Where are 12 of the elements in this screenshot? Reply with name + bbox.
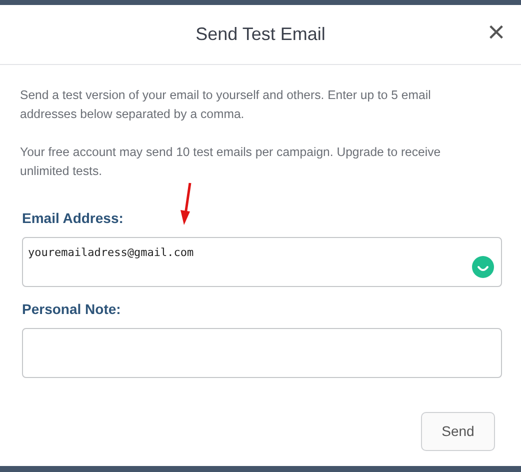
field-label: Personal Note: bbox=[22, 300, 122, 319]
text-area[interactable] bbox=[22, 328, 502, 378]
send-button[interactable]: Send bbox=[421, 412, 495, 451]
smile-icon bbox=[472, 256, 494, 278]
info-text: Send a test version of your email to yourself and others. Enter up to 5 email addresses below separated by a comma. bbox=[20, 87, 432, 123]
info-text: Your free account may send 10 test emails per campaign. Upgrade to receive unlimited tests. bbox=[20, 144, 442, 180]
field-value: youremailadress@gmail.com bbox=[28, 246, 194, 259]
dialog-title: Send Test Email bbox=[196, 23, 326, 46]
close-button[interactable]: × bbox=[487, 18, 505, 48]
arrow-icon bbox=[178, 182, 192, 226]
field-label: Email Address: bbox=[22, 209, 124, 228]
text-area[interactable]: youremailadress@gmail.com bbox=[22, 237, 502, 287]
